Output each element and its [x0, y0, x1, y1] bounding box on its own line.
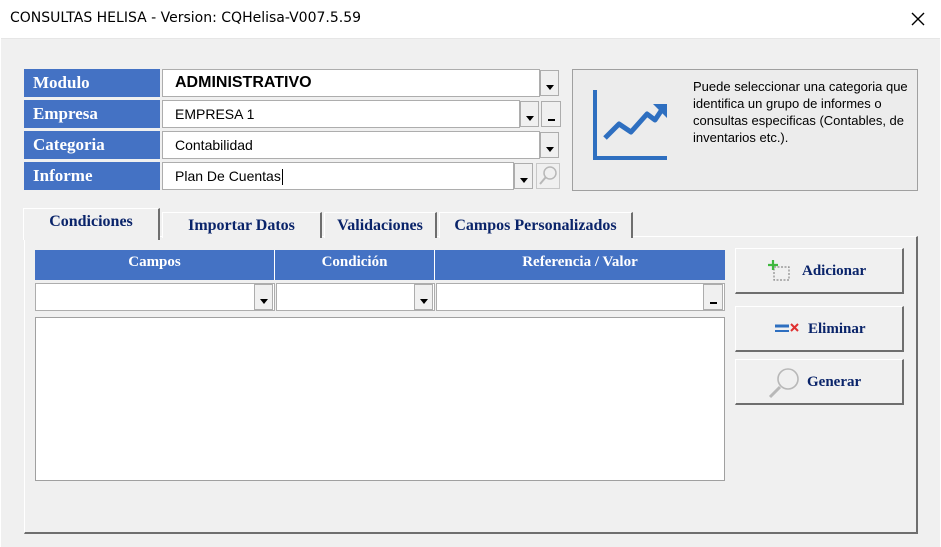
conditions-list[interactable] — [35, 317, 725, 481]
tab-condiciones[interactable]: Condiciones — [23, 208, 160, 240]
column-header-condicion: Condición — [275, 250, 435, 280]
referencia-input[interactable] — [436, 283, 725, 311]
tab-campos-personalizados[interactable]: Campos Personalizados — [439, 212, 633, 238]
text-cursor — [281, 169, 283, 186]
campos-combo[interactable] — [35, 283, 275, 311]
categoria-dropdown-button[interactable] — [540, 132, 559, 158]
categoria-combo[interactable]: Contabilidad — [162, 131, 540, 159]
search-icon — [539, 166, 557, 185]
column-header-referencia: Referencia / Valor — [435, 250, 725, 280]
condicion-combo[interactable] — [276, 283, 435, 311]
empresa-dropdown-button[interactable] — [520, 101, 539, 127]
close-button[interactable] — [895, 0, 941, 38]
adicionar-label: Adicionar — [802, 263, 867, 279]
chevron-down-icon — [519, 177, 528, 183]
chevron-down-icon — [545, 84, 554, 90]
chevron-down-icon — [545, 146, 554, 152]
informe-combo[interactable]: Plan De Cuentas — [162, 162, 514, 190]
informe-dropdown-button[interactable] — [514, 163, 533, 189]
title-bar: CONSULTAS HELISA - Version: CQHelisa-V00… — [0, 0, 941, 38]
empresa-label: Empresa — [24, 100, 160, 128]
tab-importar-datos[interactable]: Importar Datos — [162, 212, 322, 238]
empresa-value: EMPRESA 1 — [175, 106, 255, 122]
modulo-label: Modulo — [24, 69, 160, 97]
generar-label: Generar — [807, 374, 862, 390]
remove-icon — [775, 323, 799, 332]
eliminar-label: Eliminar — [808, 321, 866, 337]
empresa-combo[interactable]: EMPRESA 1 — [162, 100, 520, 128]
condicion-dropdown-button[interactable] — [414, 284, 433, 310]
tab-validaciones[interactable]: Validaciones — [324, 212, 437, 238]
informe-search-button[interactable] — [536, 163, 560, 189]
categoria-value: Contabilidad — [175, 137, 253, 153]
column-header-campos: Campos — [35, 250, 275, 280]
modulo-combo[interactable]: ADMINISTRATIVO — [162, 69, 540, 97]
informe-label: Informe — [24, 162, 160, 190]
referencia-browse-button[interactable] — [703, 284, 723, 310]
info-panel: Puede seleccionar una categoria que iden… — [572, 69, 918, 191]
adicionar-button[interactable]: Adicionar — [735, 248, 904, 294]
empresa-browse-button[interactable] — [541, 101, 561, 127]
modulo-dropdown-button[interactable] — [540, 70, 559, 96]
close-icon — [911, 12, 925, 26]
window-title: CONSULTAS HELISA - Version: CQHelisa-V00… — [10, 10, 362, 26]
chevron-down-icon — [419, 298, 428, 304]
line-chart-icon — [593, 90, 667, 160]
chevron-down-icon — [259, 298, 268, 304]
informe-value: Plan De Cuentas — [175, 168, 281, 184]
generar-button[interactable]: Generar — [735, 359, 904, 405]
categoria-label: Categoria — [24, 131, 160, 159]
info-text: Puede seleccionar una categoria que iden… — [693, 79, 908, 145]
modulo-value: ADMINISTRATIVO — [175, 74, 312, 91]
add-icon — [768, 260, 790, 281]
search-icon — [768, 368, 799, 399]
chevron-down-icon — [525, 115, 534, 121]
campos-dropdown-button[interactable] — [254, 284, 273, 310]
eliminar-button[interactable]: Eliminar — [735, 306, 904, 352]
